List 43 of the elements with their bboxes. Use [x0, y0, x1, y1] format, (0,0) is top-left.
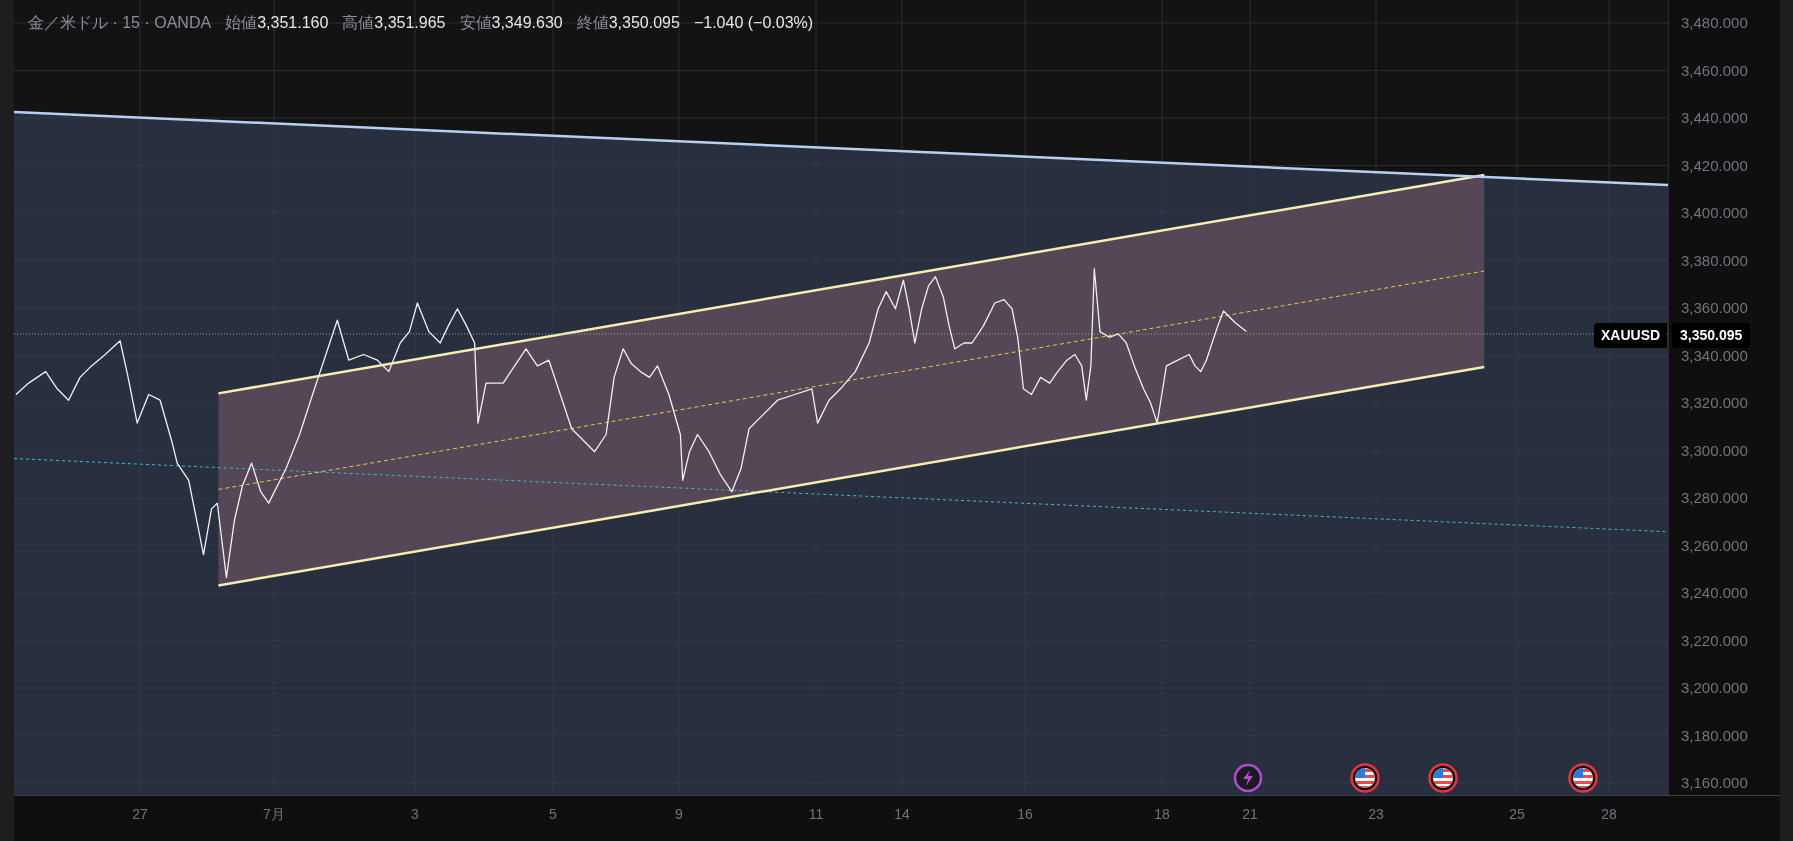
- time-axis-label: 27: [132, 805, 148, 824]
- time-axis-label: 25: [1509, 805, 1525, 824]
- time-axis-label: 16: [1017, 805, 1033, 824]
- time-axis-label: 11: [808, 805, 824, 824]
- time-axis-label: 9: [675, 805, 683, 824]
- time-axis-label: 7月: [263, 805, 285, 824]
- time-axis-label: 28: [1601, 805, 1617, 824]
- time-axis-label: 23: [1368, 805, 1384, 824]
- price-change: −1.040 (−0.03%): [693, 13, 814, 33]
- ohlc-value: 3,349.630: [491, 13, 563, 33]
- current-price-tag: 3,350.095: [1672, 323, 1751, 348]
- symbol-title: 金／米ドル · 15 · OANDA: [28, 13, 212, 33]
- time-axis-label: 18: [1154, 805, 1170, 824]
- ohlc-label: 始値: [225, 13, 258, 33]
- time-axis-label: 14: [894, 805, 910, 824]
- price-axis-label: 3,260.000: [1680, 535, 1749, 556]
- price-axis-label: 3,480.000: [1680, 13, 1749, 33]
- price-axis-label: 3,220.000: [1680, 630, 1749, 651]
- price-axis-label: 3,380.000: [1680, 250, 1749, 271]
- price-axis-label: 3,280.000: [1680, 488, 1749, 508]
- ohlc-value: 3,351.965: [374, 13, 446, 33]
- price-axis-label: 3,400.000: [1680, 203, 1749, 223]
- price-axis-label: 3,440.000: [1680, 108, 1749, 128]
- time-axis-label: 3: [411, 805, 419, 824]
- price-axis-label: 3,160.000: [1680, 773, 1749, 793]
- ohlc-value: 3,351.160: [257, 13, 329, 33]
- price-axis-label: 3,360.000: [1680, 298, 1749, 318]
- price-axis-label: 3,320.000: [1680, 393, 1749, 413]
- price-axis-label: 3,420.000: [1680, 155, 1749, 176]
- ohlc-label: 終値: [576, 13, 609, 33]
- ohlc-value: 3,350.095: [608, 13, 680, 33]
- time-axis-label: 21: [1242, 805, 1258, 824]
- symbol-label: XAUUSD: [1594, 323, 1668, 348]
- price-axis-label: 3,240.000: [1680, 583, 1749, 603]
- price-axis-label: 3,180.000: [1680, 725, 1749, 746]
- price-axis-label: 3,460.000: [1680, 60, 1749, 81]
- price-axis-label: 3,200.000: [1680, 678, 1749, 698]
- lightning-icon[interactable]: [1233, 763, 1263, 793]
- time-axis-label: 5: [549, 805, 557, 824]
- price-axis-label: 3,300.000: [1680, 440, 1749, 461]
- ohlc-label: 高値: [342, 13, 375, 33]
- ohlc-label: 安値: [459, 13, 492, 33]
- price-axis-label: 3,340.000: [1680, 345, 1749, 366]
